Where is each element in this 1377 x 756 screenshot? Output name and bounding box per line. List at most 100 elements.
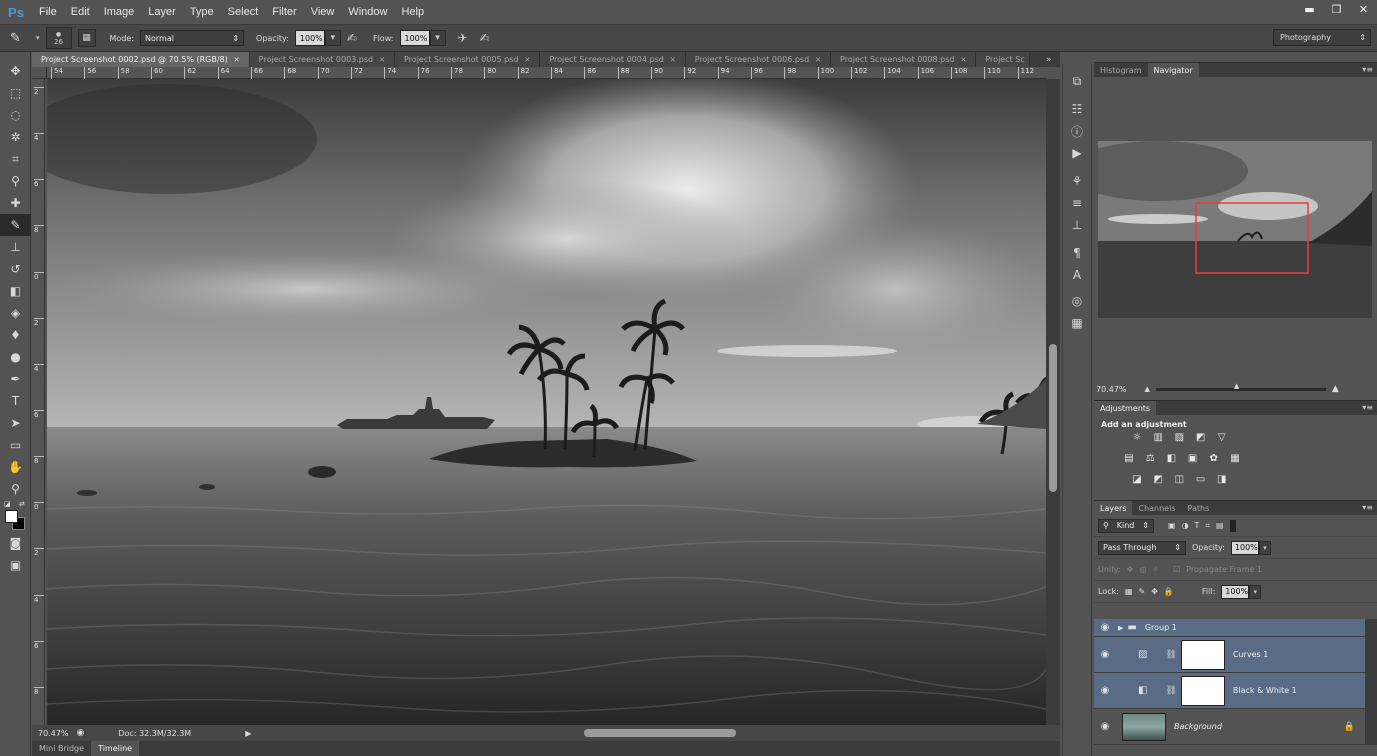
tab-paths[interactable]: Paths <box>1182 501 1216 515</box>
fill-dropdown[interactable]: ▾ <box>1249 584 1262 599</box>
opacity-field[interactable]: 100% <box>294 30 325 46</box>
layer-opacity-dropdown[interactable]: ▾ <box>1258 540 1271 555</box>
document-canvas[interactable] <box>47 79 1046 725</box>
unify-visibility-icon[interactable]: ◎ <box>1139 565 1146 574</box>
layer-mask-thumbnail[interactable] <box>1180 675 1225 706</box>
hue-saturation-icon[interactable]: ▤ <box>1122 452 1136 464</box>
zoom-tool-icon[interactable]: ⚲ <box>0 478 31 500</box>
tab-navigator[interactable]: Navigator <box>1147 63 1199 77</box>
menu-file[interactable]: File <box>32 6 64 18</box>
foreground-color-swatch[interactable] <box>5 510 18 523</box>
eye-icon[interactable]: ◉ <box>1094 685 1116 696</box>
close-icon[interactable]: ✕ <box>670 56 676 64</box>
panel-menu-icon[interactable]: ▾≡ <box>1362 65 1373 74</box>
filter-adjustment-icon[interactable]: ◑ <box>1182 521 1189 530</box>
brush-tool-icon[interactable]: ✎ <box>0 214 31 236</box>
zoom-slider-thumb[interactable]: ▲ <box>1234 382 1239 390</box>
navigator-zoom-slider[interactable]: ▲ <box>1155 382 1326 391</box>
color-balance-icon[interactable]: ⚖ <box>1143 452 1157 464</box>
lasso-tool-icon[interactable]: ◌ <box>0 104 31 126</box>
doc-tab-1[interactable]: Project Screenshot 0003.psd ✕ <box>249 52 395 67</box>
lock-pixels-icon[interactable]: ✎ <box>1139 587 1146 596</box>
lock-all-icon[interactable]: 🔒 <box>1164 587 1174 596</box>
menu-select[interactable]: Select <box>221 6 266 18</box>
close-icon[interactable]: ✕ <box>524 56 530 64</box>
panel-menu-icon[interactable]: ▾≡ <box>1362 503 1373 512</box>
layer-row-curves-1[interactable]: ◉ ▨ ⛓ Curves 1 <box>1094 637 1365 673</box>
filter-type-icon[interactable]: T <box>1195 521 1200 530</box>
propagate-checkbox[interactable]: ☑ <box>1173 565 1180 574</box>
mode-select[interactable]: Normal ⇕ <box>140 30 245 46</box>
horizontal-scroll-thumb[interactable] <box>584 729 736 737</box>
eraser-tool-icon[interactable]: ◧ <box>0 280 31 302</box>
brightness-contrast-icon[interactable]: ☼ <box>1130 431 1144 443</box>
blur-tool-icon[interactable]: ♦ <box>0 324 31 346</box>
doc-tab-3[interactable]: Project Screenshot 0004.psd ✕ <box>540 52 686 67</box>
filter-smart-object-icon[interactable]: ▤ <box>1216 521 1224 530</box>
close-icon[interactable]: ✕ <box>234 56 240 64</box>
invert-icon[interactable]: ◪ <box>1130 473 1144 485</box>
zoom-level[interactable]: 70.47% <box>38 729 69 738</box>
posterize-icon[interactable]: ◩ <box>1151 473 1165 485</box>
close-icon[interactable]: ✕ <box>379 56 385 64</box>
chevron-down-icon[interactable]: ▾ <box>36 34 40 42</box>
swap-colors-icon[interactable]: ⇄ <box>19 500 25 508</box>
3d-icon[interactable]: ◎ <box>1063 290 1091 312</box>
brush-preset-picker[interactable]: ● 26 <box>45 27 72 49</box>
horizontal-scrollbar[interactable] <box>244 725 1044 741</box>
healing-brush-tool-icon[interactable]: ✚ <box>0 192 31 214</box>
lock-transparent-icon[interactable]: ▦ <box>1125 587 1133 596</box>
tab-channels[interactable]: Channels <box>1132 501 1181 515</box>
vibrance-icon[interactable]: ▽ <box>1215 431 1229 443</box>
levels-icon[interactable]: ▥ <box>1151 431 1165 443</box>
ruler-left[interactable]: 2 4 6 8 0 2 4 6 8 0 2 4 6 8 <box>32 79 45 725</box>
eye-icon[interactable]: ◉ <box>1094 721 1116 732</box>
marquee-tool-icon[interactable]: ⬚ <box>0 82 31 104</box>
tab-histogram[interactable]: Histogram <box>1094 63 1148 77</box>
zoom-out-icon[interactable]: ▲ <box>1145 385 1150 393</box>
navigator-zoom-value[interactable]: 70.47% <box>1096 385 1127 394</box>
menu-image[interactable]: Image <box>97 6 142 18</box>
brush-panel-toggle-icon[interactable]: ▦ <box>77 29 96 47</box>
tab-mini-bridge[interactable]: Mini Bridge <box>32 741 91 756</box>
history-brush-tool-icon[interactable]: ↺ <box>0 258 31 280</box>
doc-tab-2[interactable]: Project Screenshot 0005.psd ✕ <box>395 52 541 67</box>
unify-position-icon[interactable]: ✥ <box>1127 565 1134 574</box>
filter-toggle-icon[interactable] <box>1229 519 1236 532</box>
menu-filter[interactable]: Filter <box>265 6 303 18</box>
panel-menu-icon[interactable]: ▾≡ <box>1362 403 1373 412</box>
fill-field[interactable]: 100% <box>1221 584 1250 599</box>
menu-window[interactable]: Window <box>341 6 394 18</box>
threshold-icon[interactable]: ◫ <box>1172 473 1186 485</box>
channel-mixer-icon[interactable]: ✿ <box>1207 452 1221 464</box>
close-icon[interactable]: ✕ <box>815 56 821 64</box>
curves-icon[interactable]: ▨ <box>1172 431 1186 443</box>
eyedropper-tool-icon[interactable]: ⚲ <box>0 170 31 192</box>
workspace-select[interactable]: Photography ⇕ <box>1273 29 1371 46</box>
ruler-top[interactable]: 54 56 58 60 62 64 66 68 70 72 74 76 78 80 82 84 86 88 90 92… <box>47 67 1047 79</box>
doc-tab-4[interactable]: Project Screenshot 0006.psd ✕ <box>685 52 832 67</box>
doc-tab-5[interactable]: Project Screenshot 0008.psd ✕ <box>831 52 977 67</box>
character-icon[interactable]: A <box>1063 264 1091 286</box>
eye-icon[interactable]: ◉ <box>1094 622 1116 633</box>
tab-timeline[interactable]: Timeline <box>91 741 140 756</box>
restore-button[interactable]: ❐ <box>1323 0 1350 18</box>
pressure-opacity-icon[interactable]: ✍ <box>347 31 357 45</box>
eye-icon[interactable]: ◉ <box>1094 649 1116 660</box>
unify-style-icon[interactable]: ✧ <box>1152 565 1159 574</box>
dodge-tool-icon[interactable]: ● <box>0 346 31 368</box>
navigator-preview[interactable] <box>1098 141 1372 318</box>
brush-presets-icon[interactable]: ⚘ <box>1063 170 1091 192</box>
menu-help[interactable]: Help <box>394 6 431 18</box>
selective-color-icon[interactable]: ◨ <box>1215 473 1229 485</box>
hand-tool-icon[interactable]: ✋ <box>0 456 31 478</box>
close-button[interactable]: ✕ <box>1350 0 1377 18</box>
flow-dropdown[interactable]: ▾ <box>429 30 446 46</box>
screen-mode-icon[interactable]: ▣ <box>0 554 31 576</box>
minimize-button[interactable]: ▬ <box>1296 0 1323 18</box>
move-tool-icon[interactable]: ✥ <box>0 60 31 82</box>
layer-filter-select[interactable]: ⚲ Kind ⇕ <box>1098 518 1154 533</box>
close-icon[interactable]: ✕ <box>961 56 967 64</box>
paint-bucket-tool-icon[interactable]: ◈ <box>0 302 31 324</box>
actions-icon[interactable]: ▶ <box>1063 142 1091 164</box>
